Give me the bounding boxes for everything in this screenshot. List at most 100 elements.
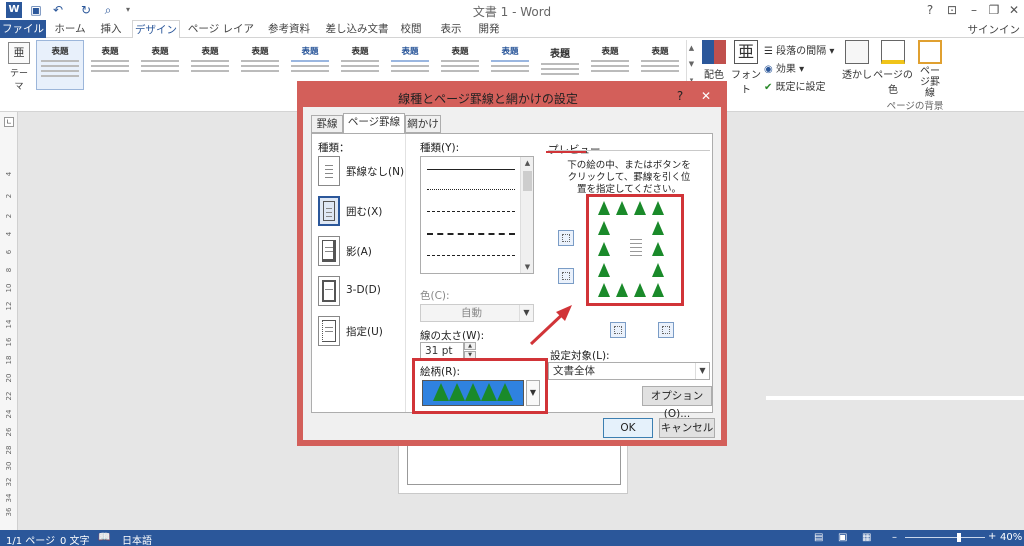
watermark-icon [845,40,869,64]
bottom-border-button[interactable] [558,268,574,284]
ruler-number: 14 [5,319,13,329]
tab-selector-icon[interactable]: ∟ [4,117,14,127]
help-icon[interactable]: ? [920,1,940,19]
dialog-title-bar: 線種とページ罫線と網かけの設定 ? ✕ [303,87,721,107]
vertical-ruler[interactable]: ∟ 4 2 2 4 6 8 10 12 14 16 18 20 22 24 26… [0,112,18,530]
left-border-button[interactable] [610,322,626,338]
line-style-long-dash[interactable] [427,233,515,235]
fonts-icon: 亜 [734,40,758,64]
tab-mailings[interactable]: 差し込み文書 [320,20,394,38]
page-color-button[interactable]: ページの色 [872,40,914,96]
tab-page-border[interactable]: ページ罫線 [343,113,405,134]
line-style-dash-dot[interactable] [427,255,515,256]
apply-to-dropdown[interactable]: 文書全体 ▼ [548,362,710,380]
watermark-button[interactable]: 透かし [842,40,872,81]
tab-insert[interactable]: 挿入 [94,20,128,38]
tab-file[interactable]: ファイル [0,20,46,38]
right-border-button[interactable] [658,322,674,338]
tab-borders[interactable]: 罫線 [311,115,343,133]
ruler-number: 12 [5,301,13,311]
cancel-button[interactable]: キャンセル [659,418,715,438]
line-style-dashed[interactable] [427,211,515,212]
web-layout-icon[interactable]: ▦ [862,532,871,543]
paragraph-spacing-button[interactable]: ☰ 段落の間隔 ▾ [764,42,834,57]
scroll-down-icon[interactable]: ▼ [521,261,534,273]
top-border-button[interactable] [558,230,574,246]
ruler-number: 34 [5,493,13,503]
restore-icon[interactable]: ❐ [984,1,1004,19]
line-style-solid[interactable] [427,169,515,170]
page-color-icon [881,40,905,64]
zoom-slider[interactable] [905,537,985,538]
tab-home[interactable]: ホーム [50,20,90,38]
page-borders-icon [918,40,942,64]
tab-references[interactable]: 参考資料 [262,20,316,38]
fonts-button[interactable]: 亜 フォント [730,40,762,96]
zoom-out-icon[interactable]: – [892,532,897,543]
preview-instructions: 下の絵の中、またはボタンをクリックして、罫線を引く位置を指定してください。 [567,160,691,195]
print-layout-icon[interactable]: ▣ [838,532,847,543]
proofing-icon[interactable]: 📖 [98,532,110,543]
ribbon-display-icon[interactable]: ⊡ [942,1,962,19]
page-border-panel: 種類： 罫線なし(N) 囲む(X) 影(A) 3-D(D) 指定(U) 種類(Y… [311,133,713,420]
width-label: 線の太さ(W): [420,330,485,342]
options-button[interactable]: オプション(O)... [642,386,712,420]
colors-button[interactable]: 配色 [700,40,728,81]
window-title: 文書 1 - Word [472,5,552,19]
style-set-thumb[interactable]: 表題 [186,40,234,90]
tab-design[interactable]: デザイン [132,20,180,39]
tab-review[interactable]: 校閲 [398,20,424,38]
style-set-thumb[interactable]: 表題 [136,40,184,90]
colors-label: 配色 [704,70,724,81]
dialog-close-icon[interactable]: ✕ [695,87,717,105]
tab-view[interactable]: 表示 [436,20,466,38]
check-icon: ✔ [764,82,776,93]
ruler-number: 26 [5,427,13,437]
zoom-slider-handle[interactable] [957,533,961,542]
settings-divider [312,134,406,412]
read-mode-icon[interactable]: ▤ [814,532,823,543]
style-set-thumb[interactable]: 表題 [86,40,134,90]
sign-in-link[interactable]: サインイン [968,22,1021,37]
line-style-scrollbar[interactable]: ▲ ▼ [520,157,533,273]
ruler-number: 18 [5,355,13,365]
ruler-number: 16 [5,337,13,347]
themes-button[interactable]: 亜 テーマ [6,40,32,92]
minimize-icon[interactable]: – [964,1,984,19]
zoom-in-icon[interactable]: + [988,531,996,542]
page-borders-button[interactable]: ページ罫線 [916,40,944,99]
set-default-button[interactable]: ✔ 既定に設定 [764,78,826,93]
borders-and-shading-dialog: 線種とページ罫線と網かけの設定 ? ✕ 罫線 ページ罫線 網かけ 種類： 罫線な… [297,81,727,446]
document-page[interactable] [398,440,628,494]
ribbon-tabs: ファイル ホーム 挿入 デザイン ページ レイアウト 参考資料 差し込み文書 校… [0,20,1024,53]
zoom-level[interactable]: 40% [1000,532,1022,543]
ruler-number: 24 [5,409,13,419]
dialog-help-icon[interactable]: ? [669,87,691,105]
page-margin-marks [407,445,621,485]
close-icon[interactable]: ✕ [1004,1,1024,19]
annotation-underline [546,151,586,153]
paragraph-spacing-icon: ☰ [764,46,777,57]
page-count[interactable]: 1/1 ページ [6,532,55,546]
word-count[interactable]: 0 文字 [60,532,90,546]
style-set-thumb[interactable]: 表題 [36,40,84,90]
language-indicator[interactable]: 日本語 [122,532,152,546]
tab-page-layout[interactable]: ページ レイアウト [184,20,258,53]
effects-button[interactable]: ◉ 効果 ▾ [764,60,804,75]
themes-icon: 亜 [8,42,30,64]
width-up-icon[interactable]: ▲ [464,342,476,350]
chevron-down-icon: ▼ [695,363,709,379]
ruler-number: 6 [5,249,13,255]
apply-to-label: 設定対象(L): [550,350,610,362]
tab-developer[interactable]: 開発 [474,20,504,38]
tab-shading[interactable]: 網かけ [405,115,441,133]
scroll-up-icon[interactable]: ▲ [521,157,534,169]
ok-button[interactable]: OK [603,418,653,438]
line-style-dotted[interactable] [427,189,515,190]
style-set-thumb[interactable]: 表題 [236,40,284,90]
annotation-box-preview [586,194,684,306]
ruler-number: 8 [5,267,13,273]
color-dropdown[interactable]: 自動 ▼ [420,304,534,322]
status-bar: 1/1 ページ 0 文字 📖 日本語 ▤ ▣ ▦ – + 40% [0,530,1024,546]
line-style-list[interactable]: ▲ ▼ [420,156,534,274]
